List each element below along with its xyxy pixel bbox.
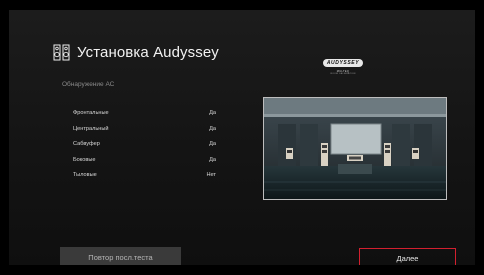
logo-line2: ROOM CALIBRATION <box>330 73 356 75</box>
room-illustration <box>263 97 447 200</box>
retest-button[interactable]: Повтор посл.теста <box>60 247 181 265</box>
speaker-name: Тыловые <box>73 172 97 178</box>
speaker-status: Да <box>209 141 216 147</box>
speaker-status: Нет <box>206 172 216 178</box>
header: Установка Audyssey <box>53 44 219 61</box>
list-item: Тыловые Нет <box>73 172 216 188</box>
next-button[interactable]: Далее <box>359 248 456 265</box>
list-item: Центральный Да <box>73 126 216 142</box>
speaker-status: Да <box>209 110 216 116</box>
setup-screen: Установка Audyssey Обнаружение АС AUDYSS… <box>9 10 475 265</box>
speaker-status: Да <box>209 156 216 163</box>
speaker-status: Да <box>209 125 216 132</box>
speaker-name: Фронтальные <box>73 110 109 116</box>
list-item: Боковые Да <box>73 157 216 173</box>
speaker-name: Центральный <box>73 125 109 132</box>
logo-brand: AUDYSSEY <box>322 59 364 67</box>
list-item: Фронтальные Да <box>73 110 216 126</box>
speaker-pair-icon <box>53 44 70 61</box>
audyssey-logo: AUDYSSEY MULTEQ ROOM CALIBRATION <box>320 51 366 75</box>
speaker-name: Сабвуфер <box>73 141 100 147</box>
speaker-name: Боковые <box>73 156 96 163</box>
page-subtitle: Обнаружение АС <box>62 81 115 88</box>
speaker-detection-list: Фронтальные Да Центральный Да Сабвуфер Д… <box>73 110 216 188</box>
page-title: Установка Audyssey <box>77 44 219 61</box>
list-item: Сабвуфер Да <box>73 141 216 157</box>
